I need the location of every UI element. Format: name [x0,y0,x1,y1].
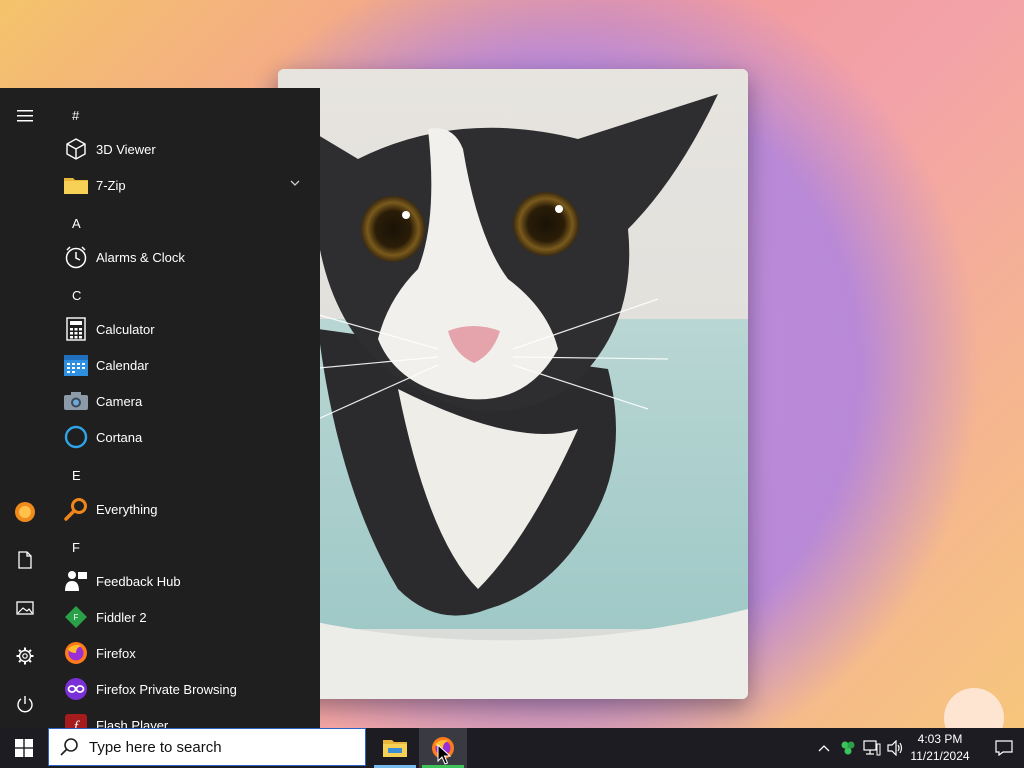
svg-text:F: F [74,613,79,622]
fiddler-icon: F [64,605,88,629]
app-label: Feedback Hub [96,573,181,589]
app-label: Cortana [96,429,143,445]
app-item-firefox[interactable]: Firefox [56,635,312,671]
section-header-c[interactable]: C [72,288,81,303]
document-icon [18,551,32,569]
recycle-icon [841,741,855,755]
notification-icon [995,740,1013,756]
cube-icon [64,137,88,161]
windows-logo-icon [15,739,33,757]
app-label: Calendar [96,357,149,373]
app-item-calculator[interactable]: Calculator [56,311,312,347]
taskbar: 4:03 PM 11/21/2024 [0,728,1024,768]
file-explorer-icon [383,740,407,757]
app-label: Everything [96,501,158,517]
taskbar-clock[interactable]: 4:03 PM 11/21/2024 [904,731,976,765]
section-header-a[interactable]: A [72,216,81,231]
app-item-camera[interactable]: Camera [56,383,312,419]
system-tray: 4:03 PM 11/21/2024 [804,728,1024,768]
app-item-flash-player[interactable]: f Flash Player [56,707,312,728]
flash-icon: f [64,713,88,728]
recycle-tray-button[interactable] [838,738,858,758]
firefox-private-icon [64,677,88,701]
section-header-f[interactable]: F [72,540,80,555]
expand-menu-button[interactable] [0,96,50,136]
show-hidden-icons-button[interactable] [814,738,834,758]
folder-icon [64,173,88,197]
app-item-cortana[interactable]: Cortana [56,419,312,455]
magnifier-icon [64,497,88,521]
chevron-down-icon[interactable] [290,179,300,187]
settings-button[interactable] [0,636,50,676]
power-button[interactable] [0,684,50,724]
app-item-firefox-private[interactable]: Firefox Private Browsing [56,671,312,707]
app-item-7zip[interactable]: 7-Zip [56,167,312,203]
cortana-icon [64,425,88,449]
firefox-icon [64,641,88,665]
pictures-button[interactable] [0,588,50,628]
search-icon [60,738,78,756]
app-label: Firefox [96,645,136,661]
photo-viewer-image[interactable] [278,69,748,699]
user-avatar-icon [15,502,35,522]
app-label: 7-Zip [96,177,126,193]
app-label: Alarms & Clock [96,249,185,265]
clock-time: 4:03 PM [917,732,963,746]
app-label: 3D Viewer [96,141,156,157]
clock-date: 11/21/2024 [910,749,970,763]
user-account-button[interactable] [0,492,50,532]
app-item-calendar[interactable]: Calendar [56,347,312,383]
app-label: Camera [96,393,143,409]
app-item-alarms-clock[interactable]: Alarms & Clock [56,239,312,275]
app-item-everything[interactable]: Everything [56,491,312,527]
calendar-icon [64,353,88,377]
power-icon [17,696,33,713]
app-label: Fiddler 2 [96,609,147,625]
feedback-icon [64,569,88,593]
start-button[interactable] [0,728,48,768]
start-menu: # 3D Viewer 7-Zip A Alarms & Clock C Cal… [0,88,320,728]
section-header-e[interactable]: E [72,468,81,483]
start-menu-rail [0,88,50,728]
app-item-fiddler[interactable]: F Fiddler 2 [56,599,312,635]
app-item-feedback-hub[interactable]: Feedback Hub [56,563,312,599]
chevron-up-icon [818,745,830,752]
mouse-cursor-icon [437,744,451,765]
documents-button[interactable] [0,540,50,580]
cat-photo [278,69,748,699]
camera-icon [64,389,88,413]
taskbar-file-explorer[interactable] [371,728,419,768]
taskbar-search-box[interactable] [48,728,366,766]
app-item-3d-viewer[interactable]: 3D Viewer [56,131,312,167]
app-label: Flash Player [96,717,169,729]
network-button[interactable] [862,738,882,758]
volume-button[interactable] [886,738,906,758]
calculator-icon [64,317,88,341]
app-label: Firefox Private Browsing [96,681,237,697]
pictures-icon [16,601,34,615]
gear-icon [16,647,34,665]
network-icon [863,740,881,756]
search-input[interactable] [87,737,341,757]
section-header-hash[interactable]: # [72,108,79,123]
hamburger-icon [17,110,33,122]
clock-icon [64,245,88,269]
app-label: Calculator [96,321,155,337]
action-center-button[interactable] [984,728,1024,768]
volume-icon [887,740,903,756]
